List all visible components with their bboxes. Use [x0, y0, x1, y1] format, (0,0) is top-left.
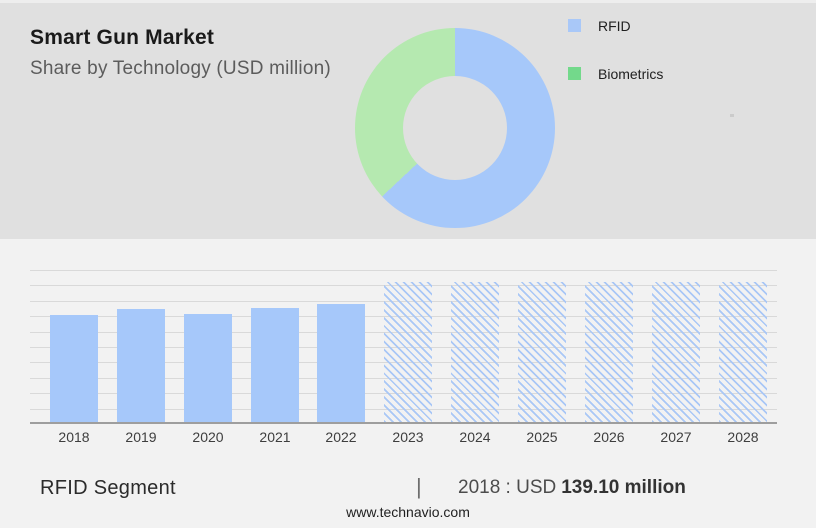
bar-2022 — [317, 304, 365, 422]
page-title: Smart Gun Market — [30, 26, 215, 49]
bar-2020 — [184, 314, 232, 422]
website-url: www.technavio.com — [346, 504, 470, 520]
forecast-bar-2025 — [518, 282, 566, 422]
bar-2019 — [117, 309, 165, 422]
x-tick-label-2025: 2025 — [526, 429, 558, 445]
x-tick-label-2026: 2026 — [593, 429, 625, 445]
legend-item-rfid: RFID — [568, 17, 663, 34]
bar-2021 — [251, 308, 299, 422]
bar-plot: 2018 2019 2020 2021 2022 2023 2024 2025 2026 2027… — [30, 270, 777, 445]
x-tick-label-2020: 2020 — [192, 429, 224, 445]
forecast-bar-2026 — [585, 282, 633, 422]
legend-label-biometrics: Biometrics — [598, 65, 664, 82]
segment-label: RFID Segment — [40, 477, 176, 499]
bar-chart-section: 2018 2019 2020 2021 2022 2023 2024 2025 2026 2027… — [0, 239, 816, 528]
donut-chart — [355, 28, 555, 228]
legend-item-biometrics: Biometrics — [568, 65, 663, 82]
x-tick-label-2018: 2018 — [58, 429, 90, 445]
chart-legend: RFID Biometrics — [568, 17, 663, 113]
gridline — [30, 270, 777, 271]
top-edge-strip — [0, 0, 816, 3]
biometrics-color-swatch — [568, 67, 581, 80]
donut-hole — [403, 76, 507, 180]
x-tick-label-2022: 2022 — [325, 429, 357, 445]
x-tick-label-2028: 2028 — [727, 429, 759, 445]
forecast-bar-2027 — [652, 282, 700, 422]
footer-separator: | — [416, 474, 422, 499]
page-subtitle: Share by Technology (USD million) — [30, 58, 331, 79]
forecast-bar-2024 — [451, 282, 499, 422]
rfid-color-swatch — [568, 19, 581, 32]
bar-2018 — [50, 315, 98, 422]
header-section: Smart Gun Market Share by Technology (US… — [0, 0, 816, 239]
x-tick-label-2024: 2024 — [459, 429, 491, 445]
forecast-bar-2028 — [719, 282, 767, 422]
value-bold: 139.10 million — [561, 477, 686, 498]
x-tick-label-2021: 2021 — [259, 429, 291, 445]
highlight-value: 2018 : USD 139.10 million — [458, 477, 686, 499]
x-axis-line — [30, 422, 777, 424]
market-infographic: Smart Gun Market Share by Technology (US… — [0, 0, 816, 528]
value-prefix: 2018 : USD — [458, 477, 557, 498]
artifact-speck — [730, 114, 734, 117]
legend-label-rfid: RFID — [598, 17, 631, 34]
x-tick-label-2027: 2027 — [660, 429, 692, 445]
forecast-bar-2023 — [384, 282, 432, 422]
x-tick-label-2019: 2019 — [125, 429, 157, 445]
x-tick-label-2023: 2023 — [392, 429, 424, 445]
